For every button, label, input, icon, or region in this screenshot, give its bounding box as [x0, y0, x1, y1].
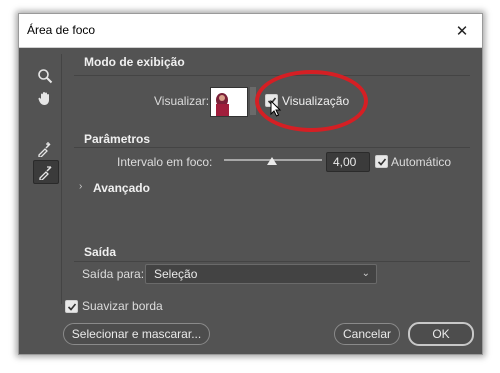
- focus-range-slider-handle[interactable]: [267, 157, 277, 165]
- mouse-cursor-icon: [270, 99, 282, 123]
- output-heading: Saída: [84, 245, 117, 259]
- view-label: Visualizar:: [154, 94, 210, 108]
- select-and-mask-button[interactable]: Selecionar e mascarar...: [63, 323, 210, 345]
- dialog-title: Área de foco: [27, 23, 96, 37]
- automatic-label: Automático: [391, 155, 452, 169]
- chevron-down-icon: ⌄: [361, 268, 370, 279]
- soften-edge-label: Suavizar borda: [82, 299, 163, 313]
- focus-range-input[interactable]: 4,00: [326, 152, 370, 172]
- output-to-select[interactable]: Seleção ⌄: [145, 264, 377, 284]
- title-bar: Área de foco ✕: [19, 14, 482, 48]
- chevron-right-icon[interactable]: ›: [79, 181, 82, 192]
- advanced-toggle[interactable]: Avançado: [93, 181, 150, 195]
- close-icon[interactable]: ✕: [442, 14, 482, 47]
- automatic-checkbox[interactable]: [375, 155, 388, 168]
- divider: [74, 75, 470, 76]
- tool-divider: [61, 54, 62, 304]
- focus-area-subtract-icon[interactable]: [33, 160, 59, 184]
- zoom-icon[interactable]: [33, 65, 57, 87]
- view-mode-heading: Modo de exibição: [84, 55, 185, 69]
- view-mode-thumbnail[interactable]: [210, 87, 248, 117]
- cancel-button[interactable]: Cancelar: [334, 323, 400, 345]
- focus-area-add-icon[interactable]: [33, 138, 57, 160]
- ok-button[interactable]: OK: [408, 322, 474, 346]
- parameters-heading: Parâmetros: [84, 132, 151, 146]
- output-to-value: Seleção: [154, 267, 198, 281]
- soften-edge-checkbox[interactable]: [65, 300, 78, 313]
- focus-range-label: Intervalo em foco:: [117, 155, 213, 169]
- output-to-label: Saída para:: [82, 267, 145, 281]
- hand-icon[interactable]: [33, 87, 57, 109]
- divider: [74, 261, 470, 262]
- divider: [74, 147, 470, 148]
- focus-area-dialog: Área de foco ✕ Modo de exibição Visualiz…: [18, 13, 483, 355]
